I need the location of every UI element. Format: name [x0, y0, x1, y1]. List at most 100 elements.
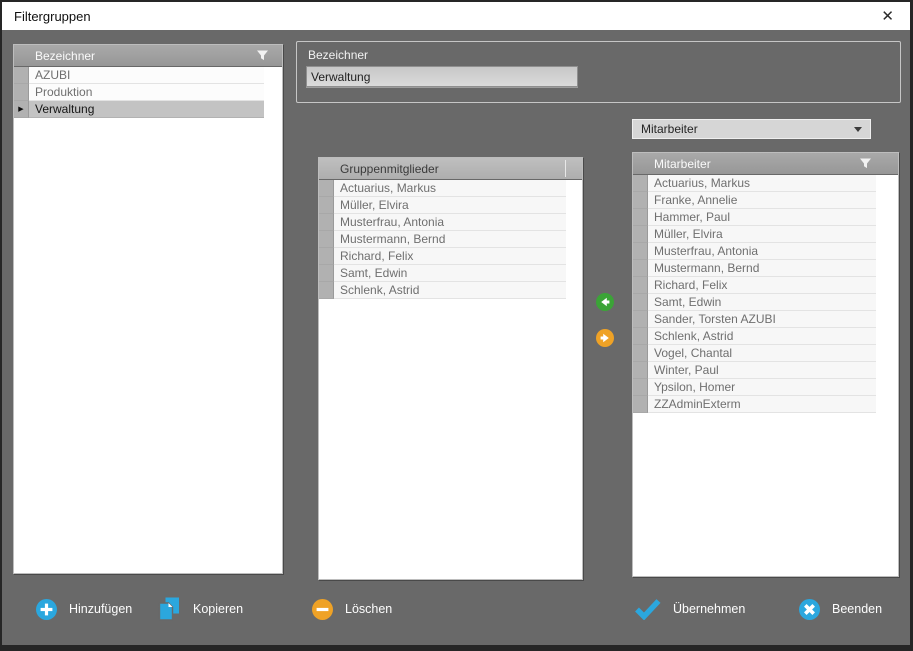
- add-button[interactable]: Hinzufügen: [36, 597, 132, 621]
- list-item[interactable]: Samt, Edwin: [633, 294, 898, 311]
- x-circle-icon: [799, 599, 820, 620]
- group-members-grid: Gruppenmitglieder Actuarius, MarkusMülle…: [318, 157, 583, 580]
- apply-button[interactable]: Übernehmen: [634, 597, 745, 621]
- group-members-rows: Actuarius, MarkusMüller, ElviraMusterfra…: [319, 180, 582, 579]
- row-selector-gutter: [319, 282, 334, 299]
- add-button-label: Hinzufügen: [69, 602, 132, 616]
- list-item-label: Vogel, Chantal: [648, 345, 876, 362]
- copy-button[interactable]: Kopieren: [158, 597, 243, 621]
- copy-button-label: Kopieren: [193, 602, 243, 616]
- list-item-label: Hammer, Paul: [648, 209, 876, 226]
- arrow-left-circle-icon: [596, 293, 614, 311]
- list-item-label: Richard, Felix: [648, 277, 876, 294]
- list-item-label: Produktion: [29, 84, 264, 101]
- list-item[interactable]: Richard, Felix: [633, 277, 898, 294]
- list-item-label: Musterfrau, Antonia: [648, 243, 876, 260]
- row-selector-gutter: [633, 192, 648, 209]
- bezeichner-input[interactable]: [306, 66, 578, 87]
- row-selector-gutter: [319, 197, 334, 214]
- row-selector-gutter: [633, 328, 648, 345]
- plus-circle-icon: [36, 599, 57, 620]
- row-selector-gutter: [319, 248, 334, 265]
- list-item-label: Verwaltung: [29, 101, 264, 118]
- filtergruppen-dialog: Filtergruppen ✕ Bezeichner AZUBIProdukti…: [0, 0, 913, 651]
- list-item-label: Schlenk, Astrid: [334, 282, 566, 299]
- employees-rows: Actuarius, MarkusFranke, AnnelieHammer, …: [633, 175, 898, 576]
- row-selector-gutter: [14, 67, 29, 84]
- row-selector-gutter: [633, 345, 648, 362]
- move-right-button[interactable]: [596, 329, 614, 347]
- delete-button[interactable]: Löschen: [312, 597, 392, 621]
- list-item[interactable]: Schlenk, Astrid: [319, 282, 582, 299]
- list-item[interactable]: Musterfrau, Antonia: [319, 214, 582, 231]
- row-selector-gutter: [319, 214, 334, 231]
- list-item-label: Samt, Edwin: [334, 265, 566, 282]
- list-item[interactable]: ▶Verwaltung: [14, 101, 282, 118]
- column-header-label: Gruppenmitglieder: [340, 162, 439, 176]
- list-item[interactable]: Vogel, Chantal: [633, 345, 898, 362]
- list-item-label: Sander, Torsten AZUBI: [648, 311, 876, 328]
- caret-down-icon: [854, 127, 862, 132]
- list-item-label: Samt, Edwin: [648, 294, 876, 311]
- employees-grid: Mitarbeiter Actuarius, MarkusFranke, Ann…: [632, 152, 899, 577]
- employees-column-header[interactable]: Mitarbeiter: [633, 153, 898, 175]
- list-item[interactable]: Winter, Paul: [633, 362, 898, 379]
- titlebar: Filtergruppen ✕: [2, 2, 910, 30]
- list-item[interactable]: AZUBI: [14, 67, 282, 84]
- row-selector-gutter: [633, 277, 648, 294]
- list-item-label: Schlenk, Astrid: [648, 328, 876, 345]
- move-left-button[interactable]: [596, 293, 614, 311]
- row-selector-gutter: [14, 84, 29, 101]
- list-item[interactable]: Produktion: [14, 84, 282, 101]
- list-item-label: ZZAdminExterm: [648, 396, 876, 413]
- list-item[interactable]: Ypsilon, Homer: [633, 379, 898, 396]
- filter-icon[interactable]: [256, 49, 269, 62]
- filter-icon[interactable]: [859, 157, 872, 170]
- list-item-label: Franke, Annelie: [648, 192, 876, 209]
- list-item[interactable]: Richard, Felix: [319, 248, 582, 265]
- copy-pages-icon: [158, 597, 181, 621]
- list-item[interactable]: Mustermann, Bernd: [633, 260, 898, 277]
- row-selector-gutter: [633, 226, 648, 243]
- close-icon[interactable]: ✕: [877, 7, 898, 26]
- list-item-label: Mustermann, Bernd: [648, 260, 876, 277]
- list-item[interactable]: Mustermann, Bernd: [319, 231, 582, 248]
- check-icon: [634, 598, 661, 620]
- row-selector-gutter: [633, 396, 648, 413]
- row-selector-gutter: [633, 243, 648, 260]
- list-item-label: Actuarius, Markus: [648, 175, 876, 192]
- delete-button-label: Löschen: [345, 602, 392, 616]
- list-item-label: Müller, Elvira: [334, 197, 566, 214]
- list-item[interactable]: Samt, Edwin: [319, 265, 582, 282]
- list-item-label: Richard, Felix: [334, 248, 566, 265]
- row-selector-gutter: [633, 294, 648, 311]
- list-item-label: AZUBI: [29, 67, 264, 84]
- row-selector-gutter: [319, 231, 334, 248]
- list-item-label: Winter, Paul: [648, 362, 876, 379]
- list-item[interactable]: Actuarius, Markus: [633, 175, 898, 192]
- row-selector-gutter: [633, 311, 648, 328]
- list-item[interactable]: Actuarius, Markus: [319, 180, 582, 197]
- list-item[interactable]: Musterfrau, Antonia: [633, 243, 898, 260]
- filter-groups-grid: Bezeichner AZUBIProduktion▶Verwaltung: [13, 44, 283, 574]
- group-members-column-header[interactable]: Gruppenmitglieder: [319, 158, 582, 180]
- list-item[interactable]: ZZAdminExterm: [633, 396, 898, 413]
- source-dropdown[interactable]: Mitarbeiter: [632, 119, 871, 139]
- list-item[interactable]: Müller, Elvira: [319, 197, 582, 214]
- row-selector-gutter: [319, 265, 334, 282]
- list-item-label: Ypsilon, Homer: [648, 379, 876, 396]
- source-dropdown-value: Mitarbeiter: [641, 122, 854, 136]
- list-item[interactable]: Sander, Torsten AZUBI: [633, 311, 898, 328]
- list-item[interactable]: Müller, Elvira: [633, 226, 898, 243]
- filter-groups-column-header[interactable]: Bezeichner: [14, 45, 282, 67]
- column-header-label: Mitarbeiter: [654, 157, 711, 171]
- quit-button[interactable]: Beenden: [799, 597, 882, 621]
- list-item[interactable]: Schlenk, Astrid: [633, 328, 898, 345]
- filter-groups-rows: AZUBIProduktion▶Verwaltung: [14, 67, 282, 573]
- arrow-right-circle-icon: [596, 329, 614, 347]
- list-item-label: Mustermann, Bernd: [334, 231, 566, 248]
- list-item[interactable]: Franke, Annelie: [633, 192, 898, 209]
- minus-circle-icon: [312, 599, 333, 620]
- list-item[interactable]: Hammer, Paul: [633, 209, 898, 226]
- row-selector-gutter: [633, 362, 648, 379]
